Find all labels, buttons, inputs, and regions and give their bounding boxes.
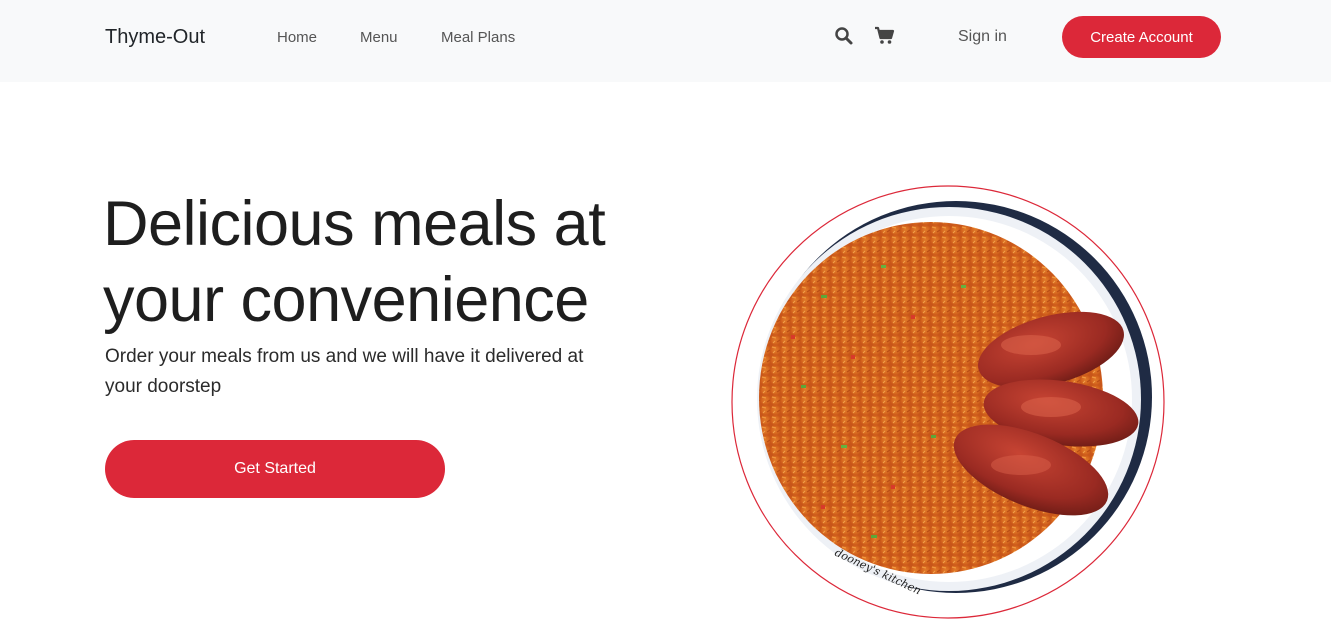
create-account-button[interactable]: Create Account [1062,16,1221,58]
signin-link[interactable]: Sign in [958,28,1007,46]
navbar: Thyme-Out Home Menu Meal Plans Sign in C… [0,0,1331,82]
get-started-button[interactable]: Get Started [105,440,445,498]
hero-food-image: dooney's kitchen [731,185,1166,620]
search-icon[interactable] [834,26,856,48]
hero-title: Delicious meals at your convenience [103,189,606,335]
nav-link-home[interactable]: Home [277,29,317,46]
brand-logo[interactable]: Thyme-Out [105,26,205,49]
nav-link-menu[interactable]: Menu [360,29,398,46]
cart-icon[interactable] [874,26,896,48]
hero-subtitle: Order your meals from us and we will hav… [105,346,584,397]
nav-link-meal-plans[interactable]: Meal Plans [441,29,515,46]
